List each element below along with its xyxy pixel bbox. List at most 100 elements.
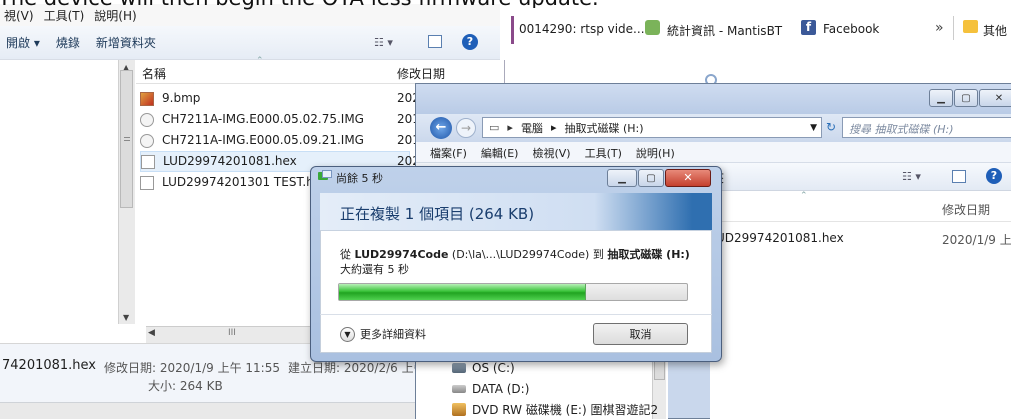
dialog-close-button[interactable]: ✕ <box>665 169 711 187</box>
new-folder-button[interactable]: 新增資料夾 <box>96 34 156 51</box>
refresh-icon[interactable]: ↻ <box>826 120 836 134</box>
file-date: 201 <box>397 133 420 147</box>
breadcrumb-computer[interactable]: 電腦 <box>521 120 543 136</box>
file-name: CH7211A-IMG.E000.05.09.21.IMG <box>162 133 364 147</box>
from-label: 從 <box>340 248 355 261</box>
column-header: 名稱 ⌃ 修改日期 <box>136 56 506 84</box>
file-name: 9.bmp <box>162 91 201 105</box>
file-icon <box>141 154 155 169</box>
divider <box>953 16 954 40</box>
source-link[interactable]: LUD29974Code <box>355 248 449 261</box>
source-path: (D:\la\...\LUD29974Code) 到 <box>448 248 608 261</box>
drive-icon <box>452 363 466 373</box>
address-bar[interactable]: ▭ ▸ 電腦 ▸ 抽取式磁碟 (H:) ▼ <box>482 117 822 138</box>
file-row[interactable]: CH7211A-IMG.E000.05.09.21.IMG <box>140 130 410 151</box>
destination-link[interactable]: 抽取式磁碟 (H:) <box>607 248 690 261</box>
burn-button[interactable]: 燒錄 <box>56 34 80 51</box>
breadcrumb-sep: ▸ <box>507 121 513 134</box>
file-date: 2020/1/9 上 <box>942 233 1011 247</box>
horizontal-scrollbar[interactable]: ◀ III <box>146 326 316 343</box>
column-modified[interactable]: 修改日期 <box>397 65 445 82</box>
scroll-down-icon[interactable]: ▼ <box>123 313 129 322</box>
menu-item-view[interactable]: 檢視(V) <box>532 145 570 161</box>
back-arrow-icon[interactable]: ← <box>430 117 452 139</box>
sort-arrow-icon: ⌃ <box>256 56 264 66</box>
dialog-maximize-button[interactable]: ▢ <box>638 169 664 187</box>
file-size: 大小: 264 KB <box>148 379 223 393</box>
preview-pane-icon[interactable] <box>428 35 442 48</box>
forward-arrow-icon[interactable]: → <box>456 118 476 138</box>
nav-item-dvd[interactable]: DVD RW 磁碟機 (E:) 圍棋習遊記2 <box>452 401 658 418</box>
dialog-heading: 正在複製 1 個項目 (264 KB) <box>340 205 535 223</box>
drive-icon <box>452 385 466 393</box>
dialog-title: 尚餘 5 秒 <box>336 172 383 185</box>
column-name[interactable]: 名稱 <box>142 65 166 82</box>
view-options-icon[interactable]: ☷ ▾ <box>374 36 393 49</box>
file-icon <box>140 175 154 190</box>
more-details-label: 更多詳細資料 <box>360 328 426 341</box>
help-icon[interactable]: ? <box>986 168 1002 184</box>
search-input[interactable]: 搜尋 抽取式磁碟 (H:) <box>842 117 1011 138</box>
address-bar-row: ← → ▭ ▸ 電腦 ▸ 抽取式磁碟 (H:) ▼ ↻ 搜尋 抽取式磁碟 (H:… <box>416 114 1011 142</box>
divider <box>511 16 514 44</box>
bookmark-item[interactable]: 0014290: rtsp vide... <box>519 22 645 36</box>
selected-file-name: 74201081.hex <box>2 358 97 373</box>
bookmarks-bar: 0014290: rtsp vide... 統計資訊 - MantisBT f … <box>505 8 1011 48</box>
file-name: CH7211A-IMG.E000.05.02.75.IMG <box>162 112 364 126</box>
column-modified[interactable]: 修改日期 <box>942 201 990 218</box>
file-row[interactable]: CH7211A-IMG.E000.05.02.75.IMG <box>140 109 410 130</box>
nav-item-os[interactable]: OS (C:) <box>452 361 515 375</box>
disc-image-file-icon <box>140 133 154 148</box>
time-remaining: 大約還有 5 秒 <box>340 263 409 276</box>
sort-arrow-icon: ⌃ <box>800 191 808 201</box>
cancel-button[interactable]: 取消 <box>593 323 688 345</box>
explorer-titlebar: ▁ ▢ ✕ <box>416 84 1011 114</box>
file-name[interactable]: UD29974201081.hex <box>716 231 844 245</box>
scroll-left-icon[interactable]: ◀ <box>148 328 155 338</box>
menu-item-help[interactable]: 說明(H) <box>636 145 675 161</box>
nav-scrollbar-thumb[interactable] <box>120 70 133 208</box>
view-options-icon[interactable]: ☷ ▾ <box>902 170 921 183</box>
file-date: 202 <box>397 91 420 105</box>
bookmark-item[interactable]: 統計資訊 - MantisBT <box>667 22 782 39</box>
nav-item-data[interactable]: DATA (D:) <box>452 382 529 396</box>
help-icon[interactable]: ? <box>462 34 478 50</box>
chevron-down-icon: ▼ <box>340 326 355 342</box>
close-button[interactable]: ✕ <box>979 89 1011 107</box>
file-name: LUD29974201081.hex <box>163 154 297 168</box>
file-row[interactable]: 9.bmp <box>140 88 410 109</box>
explorer-menu-bar: 檔案(F) 編輯(E) 檢視(V) 工具(T) 說明(H) <box>416 142 1011 163</box>
menu-item-tools[interactable]: 工具(T) <box>585 145 622 161</box>
menu-item-file[interactable]: 檔案(F) <box>430 145 467 161</box>
breadcrumb-sep: ▸ <box>550 121 557 134</box>
dvd-drive-icon <box>452 403 466 416</box>
file-date: 201 <box>397 112 420 126</box>
other-bookmarks[interactable]: 其他 <box>983 22 1007 39</box>
open-button[interactable]: 開啟 ▾ <box>6 34 40 51</box>
folder-icon <box>963 20 978 33</box>
browser-page <box>505 48 1011 86</box>
dialog-minimize-button[interactable]: ▁ <box>607 169 637 187</box>
copy-route: 從 LUD29974Code (D:\la\...\LUD29974Code) … <box>340 246 690 262</box>
breadcrumb-drive[interactable]: 抽取式磁碟 (H:) <box>564 120 643 136</box>
scrollbar-grip[interactable]: III <box>228 328 236 338</box>
file-name: LUD29974201301 TEST.hex <box>162 175 329 189</box>
progress-bar-fill <box>339 284 586 300</box>
address-dropdown-icon[interactable]: ▼ <box>810 123 817 133</box>
facebook-icon: f <box>801 20 816 35</box>
minimize-button[interactable]: ▁ <box>929 89 953 107</box>
maximize-button[interactable]: ▢ <box>954 89 978 107</box>
modified-date: 修改日期: 2020/1/9 上午 11:55 <box>104 361 280 375</box>
explorer-file-pane: ⌃ 修改日期 UD29974201081.hex 2020/1/9 上 <box>710 191 1011 419</box>
dialog-header: 正在複製 1 個項目 (264 KB) <box>320 193 712 231</box>
menu-item-edit[interactable]: 編輯(E) <box>481 145 519 161</box>
image-file-icon <box>140 91 154 106</box>
back-toolbar: 開啟 ▾ 燒錄 新增資料夾 ☷ ▾ ? <box>0 26 500 60</box>
more-bookmarks-icon[interactable]: » <box>935 20 944 36</box>
computer-icon: ▭ <box>489 121 500 134</box>
date-column: 202 201 201 202 <box>397 88 420 172</box>
bookmark-item[interactable]: Facebook <box>823 22 879 36</box>
more-details-toggle[interactable]: ▼ 更多詳細資料 <box>340 326 426 342</box>
preview-pane-icon[interactable] <box>952 170 966 183</box>
mantis-icon <box>645 20 660 35</box>
